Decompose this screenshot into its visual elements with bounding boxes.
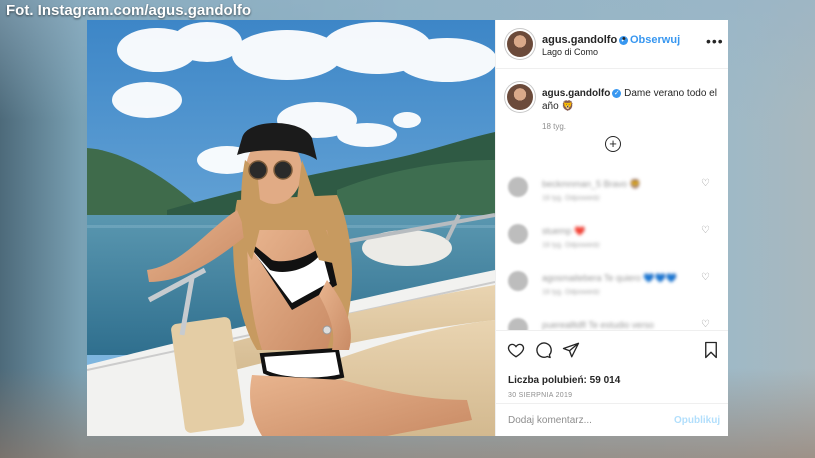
comment-input[interactable]: Dodaj komentarz... <box>508 415 592 426</box>
avatar[interactable] <box>508 224 528 244</box>
avatar[interactable] <box>508 318 528 330</box>
post-photo-image <box>87 20 495 436</box>
username-header[interactable]: agus.gandolfo ✓ <box>542 34 629 46</box>
plus-circle-icon[interactable]: + <box>605 136 621 152</box>
heart-icon[interactable]: ♡ <box>701 225 710 236</box>
heart-icon[interactable] <box>507 341 525 359</box>
comment-meta: 18 tyg. Odpowiedz <box>542 242 600 249</box>
likes-label: Liczba polubień: <box>508 375 587 386</box>
verified-badge-icon: ✓ <box>612 89 622 98</box>
share-icon[interactable] <box>562 341 580 359</box>
separator-dot: • <box>622 33 626 45</box>
avatar[interactable] <box>508 271 528 291</box>
comment-icon[interactable] <box>534 341 552 359</box>
post-header: agus.gandolfo ✓ • Obserwuj Lago di Como •… <box>496 20 728 69</box>
caption-emoji: 🦁 <box>561 101 574 112</box>
post-photo[interactable] <box>87 20 495 436</box>
heart-icon[interactable]: ♡ <box>701 272 710 283</box>
post-actions: Liczba polubień: 59 014 30 SIERPNIA 2019… <box>496 330 728 437</box>
list-item: puerealltdfl Te estudio verso ♡ <box>496 316 728 330</box>
comment-bar: Dodaj komentarz... Opublikuj <box>496 403 728 438</box>
post-details-panel: agus.gandolfo ✓ • Obserwuj Lago di Como •… <box>495 20 728 436</box>
bookmark-icon[interactable] <box>703 341 719 359</box>
comment-text: beckmnman_5 Bravo 🦁 <box>542 179 641 189</box>
avatar[interactable] <box>507 31 533 57</box>
list-item: stuemp ❤️ 18 tyg. Odpowiedz ♡ <box>496 222 728 262</box>
post-date: 30 SIERPNIA 2019 <box>508 392 573 399</box>
location-link[interactable]: Lago di Como <box>542 47 598 57</box>
comment-text: agosmaitebera Te quiero 💙💙💙 <box>542 273 678 283</box>
comment-meta: 18 tyg. Odpowiedz <box>542 195 600 202</box>
heart-icon[interactable]: ♡ <box>701 319 710 330</box>
more-options-icon[interactable]: ••• <box>706 33 724 49</box>
comment-text: stuemp ❤️ <box>542 226 586 236</box>
comment-text: puerealltdfl Te estudio verso <box>542 320 654 330</box>
caption-time: 18 tyg. <box>542 122 567 131</box>
post-caption: agus.gandolfo ✓ Dame verano todo el año 🦁 <box>542 87 720 113</box>
instagram-post-card: agus.gandolfo ✓ • Obserwuj Lago di Como •… <box>87 20 728 436</box>
heart-icon[interactable]: ♡ <box>701 178 710 189</box>
avatar[interactable] <box>508 177 528 197</box>
photo-credit: Fot. Instagram.com/agus.gandolfo <box>6 2 252 19</box>
list-item: agosmaitebera Te quiero 💙💙💙 18 tyg. Odpo… <box>496 269 728 309</box>
caption-username[interactable]: agus.gandolfo <box>542 88 610 99</box>
likes-count[interactable]: Liczba polubień: 59 014 <box>508 375 620 386</box>
username-text[interactable]: agus.gandolfo <box>542 34 617 46</box>
comment-meta: 18 tyg. Odpowiedz <box>542 289 600 296</box>
follow-button[interactable]: Obserwuj <box>630 34 680 46</box>
publish-button[interactable]: Opublikuj <box>674 415 720 426</box>
likes-number: 59 014 <box>589 375 621 386</box>
caption-avatar[interactable] <box>507 84 533 110</box>
list-item: beckmnman_5 Bravo 🦁 18 tyg. Odpowiedz ♡ <box>496 175 728 215</box>
